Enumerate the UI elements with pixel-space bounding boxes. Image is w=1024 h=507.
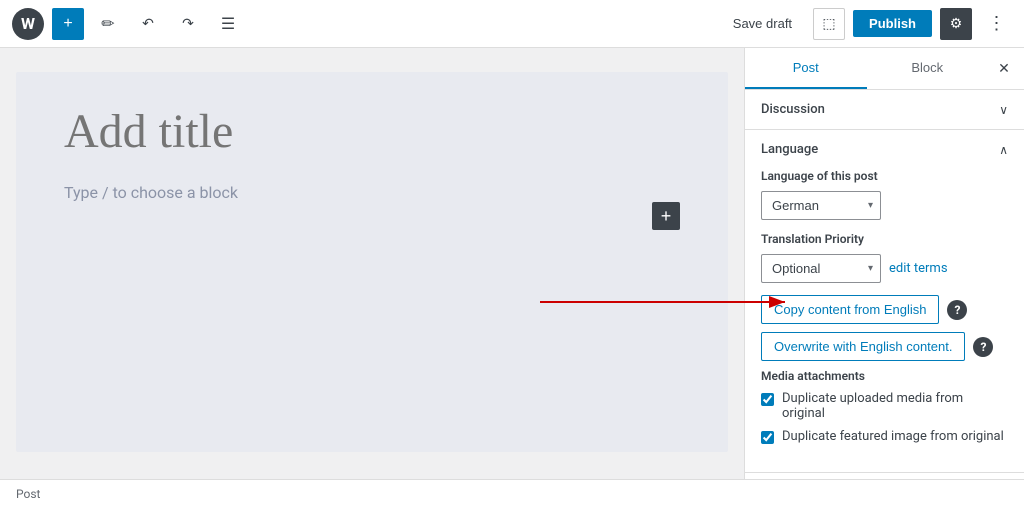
checkbox-featured-image: Duplicate featured image from original [761, 429, 1008, 444]
wp-logo[interactable]: W [12, 8, 44, 40]
tab-post[interactable]: Post [745, 48, 867, 89]
publish-button[interactable]: Publish [853, 10, 932, 37]
checkbox2-label: Duplicate featured image from original [782, 429, 1004, 444]
checkbox-duplicate-media: Duplicate uploaded media from original [761, 391, 1008, 421]
discussion-section-label: Discussion [761, 102, 825, 117]
language-section-header[interactable]: Language ∧ [745, 130, 1024, 169]
language-field: Language of this post German English Fre… [761, 169, 1008, 220]
featured-image-checkbox[interactable] [761, 431, 774, 444]
language-section: Language ∧ Language of this post German … [745, 130, 1024, 473]
sidebar-close-button[interactable]: ✕ [988, 53, 1020, 85]
translation-priority-label: Translation Priority [761, 232, 1008, 246]
block-placeholder-text: Type / to choose a block [64, 183, 238, 202]
overwrite-button[interactable]: Overwrite with English content. [761, 332, 965, 361]
inline-add-block-button[interactable]: + [652, 202, 680, 230]
close-icon: ✕ [998, 60, 1010, 77]
list-view-button[interactable]: ☰ [212, 8, 244, 40]
save-draft-button[interactable]: Save draft [720, 9, 805, 38]
add-block-button[interactable]: + [52, 8, 84, 40]
post-title-input[interactable] [64, 104, 680, 159]
copy-content-row: Copy content from English ? [761, 295, 1008, 324]
checkbox1-label: Duplicate uploaded media from original [782, 391, 1008, 421]
toolbar: W + ✏ ↶ ↷ ☰ Save draft ⬚ Publish ⚙ ⋮ [0, 0, 1024, 48]
priority-select-wrapper: Optional Required High ▾ [761, 254, 881, 283]
preview-icon: ⬚ [822, 15, 835, 32]
sidebar-header: Post Block ✕ [745, 48, 1024, 90]
discussion-chevron-icon: ∨ [999, 103, 1008, 117]
language-chevron-icon: ∧ [999, 143, 1008, 157]
undo-button[interactable]: ↶ [132, 8, 164, 40]
undo-icon: ↶ [142, 15, 154, 32]
more-icon: ⋮ [988, 13, 1005, 34]
status-bar: Post [0, 479, 1024, 507]
preview-button[interactable]: ⬚ [813, 8, 845, 40]
more-options-button[interactable]: ⋮ [980, 8, 1012, 40]
discussion-section-header[interactable]: Discussion ∨ [745, 90, 1024, 129]
translation-priority-field: Translation Priority Optional Required H… [761, 232, 1008, 283]
copy-help-icon[interactable]: ? [947, 300, 967, 320]
pencil-button[interactable]: ✏ [92, 8, 124, 40]
tab-block[interactable]: Block [867, 48, 989, 89]
redo-icon: ↷ [182, 15, 194, 32]
language-section-label: Language [761, 142, 818, 157]
media-attachments-label: Media attachments [761, 369, 1008, 383]
priority-row: Optional Required High ▾ edit terms [761, 254, 1008, 283]
status-label: Post [16, 487, 40, 501]
list-icon: ☰ [221, 14, 235, 34]
editor-canvas: Type / to choose a block + [16, 72, 728, 452]
language-select[interactable]: German English French Spanish [761, 191, 881, 220]
priority-select[interactable]: Optional Required High [761, 254, 881, 283]
editor-area: Type / to choose a block + [0, 48, 744, 479]
language-section-content: Language of this post German English Fre… [745, 169, 1024, 472]
sidebar: Post Block ✕ Discussion ∨ Language ∧ Lan… [744, 48, 1024, 479]
media-attachments: Media attachments Duplicate uploaded med… [761, 369, 1008, 444]
redo-button[interactable]: ↷ [172, 8, 204, 40]
copy-content-button[interactable]: Copy content from English [761, 295, 939, 324]
overwrite-label: Overwrite with English content. [774, 339, 952, 354]
post-language-label: Language of this post [761, 169, 1008, 183]
block-placeholder: Type / to choose a block [64, 183, 680, 202]
discussion-section: Discussion ∨ [745, 90, 1024, 130]
pencil-icon: ✏ [101, 14, 114, 34]
edit-terms-link[interactable]: edit terms [889, 261, 948, 276]
settings-button[interactable]: ⚙ [940, 8, 972, 40]
copy-content-label: Copy content from English [774, 302, 926, 317]
overwrite-row: Overwrite with English content. ? [761, 332, 1008, 361]
language-select-wrapper: German English French Spanish ▾ [761, 191, 881, 220]
overwrite-help-icon[interactable]: ? [973, 337, 993, 357]
duplicate-media-checkbox[interactable] [761, 393, 774, 406]
main-area: Type / to choose a block + Post Block ✕ [0, 48, 1024, 479]
settings-icon: ⚙ [950, 15, 963, 32]
